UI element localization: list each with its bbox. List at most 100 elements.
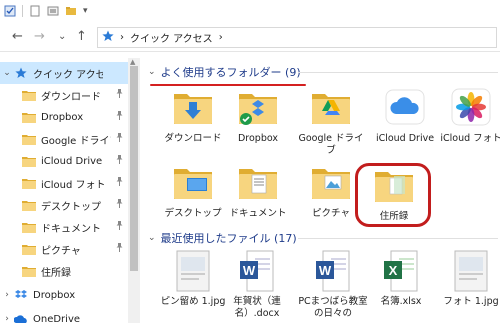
icloud-photos-icon xyxy=(450,88,492,130)
sidebar-item[interactable]: iCloud Drive xyxy=(0,150,128,172)
sidebar-item[interactable]: デスクトップ xyxy=(0,194,128,216)
sidebar-item[interactable]: › Dropbox xyxy=(0,284,128,306)
section-divider xyxy=(298,238,498,239)
recent-file-tile[interactable]: フォト 1.jpg xyxy=(436,249,500,308)
dropbox-folder-icon xyxy=(22,111,36,123)
pin-icon[interactable] xyxy=(115,155,124,167)
pin-icon[interactable] xyxy=(115,177,124,189)
up-arrow-icon[interactable]: ↑ xyxy=(76,29,87,44)
pictures-folder-icon xyxy=(310,163,352,205)
folder-tile[interactable]: iCloud フォト xyxy=(438,88,500,145)
folder-tile[interactable]: iCloud Drive xyxy=(372,88,438,145)
properties-icon[interactable] xyxy=(47,5,59,17)
dropbox-folder-icon xyxy=(237,88,279,130)
recent-file-tile[interactable]: ピン留め 1.jpg xyxy=(158,249,228,308)
back-arrow-icon[interactable]: ← xyxy=(12,29,23,44)
path-separator: › xyxy=(120,32,124,43)
documents-folder-icon xyxy=(237,163,279,205)
section-header-frequent[interactable]: ⌄ よく使用するフォルダー (9) xyxy=(148,64,301,80)
folder-tile-label: ドキュメント xyxy=(229,208,287,219)
folder-tile-label: ダウンロード xyxy=(164,133,222,144)
star-icon xyxy=(14,67,28,79)
sidebar-item[interactable]: ダウンロード xyxy=(0,84,128,106)
folder-icon xyxy=(22,265,36,277)
forward-arrow-icon[interactable]: → xyxy=(34,29,45,44)
recent-file-label: 名簿.xlsx xyxy=(380,296,422,307)
desktop-folder-icon xyxy=(172,163,214,205)
sidebar-item-label: Google ドライブ xyxy=(41,135,111,147)
pin-icon[interactable] xyxy=(115,111,124,123)
sidebar-item-label: デスクトップ xyxy=(41,201,101,213)
folder-tile[interactable]: デスクトップ xyxy=(160,163,226,220)
svg-text:W: W xyxy=(243,263,256,278)
section-divider xyxy=(298,72,498,73)
sidebar-item-label: ダウンロード xyxy=(41,91,101,103)
pin-icon[interactable] xyxy=(115,89,124,101)
recent-locations-icon[interactable]: ⌄ xyxy=(58,31,66,42)
excel-file-icon: X xyxy=(380,249,422,293)
checkmark-icon[interactable] xyxy=(4,5,16,17)
folder-tile-label: Dropbox xyxy=(237,133,279,144)
sidebar-item-label: ピクチャ xyxy=(41,245,81,257)
folder-tile[interactable]: Google ドライブ xyxy=(298,88,364,157)
recent-file-tile[interactable]: W PCまつばら教室の日々の xyxy=(298,249,368,320)
path-segment-quick-access[interactable]: クイック アクセス xyxy=(130,30,213,45)
section-title-recent: 最近使用したファイル (17) xyxy=(160,232,297,245)
google-drive-folder-icon xyxy=(310,88,352,130)
svg-text:X: X xyxy=(389,263,398,278)
pin-icon[interactable] xyxy=(115,243,124,255)
address-path-field[interactable]: › クイック アクセス › xyxy=(97,27,497,48)
recent-file-tile[interactable]: X 名簿.xlsx xyxy=(366,249,436,308)
folder-tile-label: デスクトップ xyxy=(164,208,222,219)
address-bar: ← → ⌄ ↑ › クイック アクセス › xyxy=(0,22,500,52)
download-folder-icon xyxy=(22,89,36,101)
folder-tile-label: iCloud Drive xyxy=(375,133,435,144)
sidebar-item[interactable]: Dropbox xyxy=(0,106,128,128)
toolbar-dropdown-icon[interactable]: ▾ xyxy=(83,6,88,16)
new-folder-icon[interactable] xyxy=(65,5,77,17)
sidebar-scrollbar-thumb[interactable] xyxy=(130,66,138,271)
section-header-recent[interactable]: ⌄ 最近使用したファイル (17) xyxy=(148,230,297,246)
sidebar-item[interactable]: 住所録 xyxy=(0,260,128,282)
path-separator[interactable]: › xyxy=(219,32,223,43)
download-folder-icon xyxy=(172,88,214,130)
word-file-icon: W xyxy=(312,249,354,293)
sidebar-item-label: クイック アクセス xyxy=(33,69,103,81)
icloud-photos-icon xyxy=(22,177,36,189)
icloud-drive-icon xyxy=(384,88,426,130)
folder-tile[interactable]: Dropbox xyxy=(225,88,291,145)
chevron-down-icon[interactable]: ⌄ xyxy=(148,233,156,243)
pin-icon[interactable] xyxy=(115,133,124,145)
chevron-down-icon[interactable]: ⌄ xyxy=(148,67,156,77)
chevron-right-icon[interactable]: › xyxy=(0,314,14,323)
svg-text:W: W xyxy=(319,263,332,278)
quick-access-toolbar: ▾ xyxy=(0,0,500,22)
sidebar-item[interactable]: ドキュメント xyxy=(0,216,128,238)
section-title-frequent: よく使用するフォルダー (9) xyxy=(160,66,301,79)
recent-file-label: PCまつばら教室の日々の xyxy=(298,296,368,319)
google-drive-folder-icon xyxy=(22,133,36,145)
dropbox-icon xyxy=(14,289,28,301)
sidebar-item[interactable]: ピクチャ xyxy=(0,238,128,260)
folder-tile-label: Google ドライブ xyxy=(298,133,364,156)
folder-tile[interactable]: ドキュメント xyxy=(225,163,291,220)
sidebar-item-label: iCloud フォト xyxy=(41,179,106,191)
new-file-icon[interactable] xyxy=(29,5,41,17)
folder-tile[interactable]: ダウンロード xyxy=(160,88,226,145)
scroll-up-icon[interactable]: ▲ xyxy=(130,58,135,66)
red-circle-annotation xyxy=(355,163,431,227)
folder-tile-label: iCloud フォト xyxy=(440,133,500,144)
sidebar-item[interactable]: Google ドライブ xyxy=(0,128,128,150)
sidebar-item[interactable]: iCloud フォト xyxy=(0,172,128,194)
pin-icon[interactable] xyxy=(115,199,124,211)
recent-file-tile[interactable]: W 年賀状（連名）.docx xyxy=(222,249,292,320)
sidebar-item[interactable]: › OneDrive xyxy=(0,308,128,323)
documents-folder-icon xyxy=(22,221,36,233)
sidebar-item-label: Dropbox xyxy=(41,111,84,123)
pin-icon[interactable] xyxy=(115,221,124,233)
chevron-down-icon[interactable]: ⌄ xyxy=(0,68,14,78)
sidebar-item[interactable]: ⌄ クイック アクセス xyxy=(0,62,128,84)
word-file-icon: W xyxy=(236,249,278,293)
toolbar-divider xyxy=(22,5,23,17)
chevron-right-icon[interactable]: › xyxy=(0,290,14,300)
